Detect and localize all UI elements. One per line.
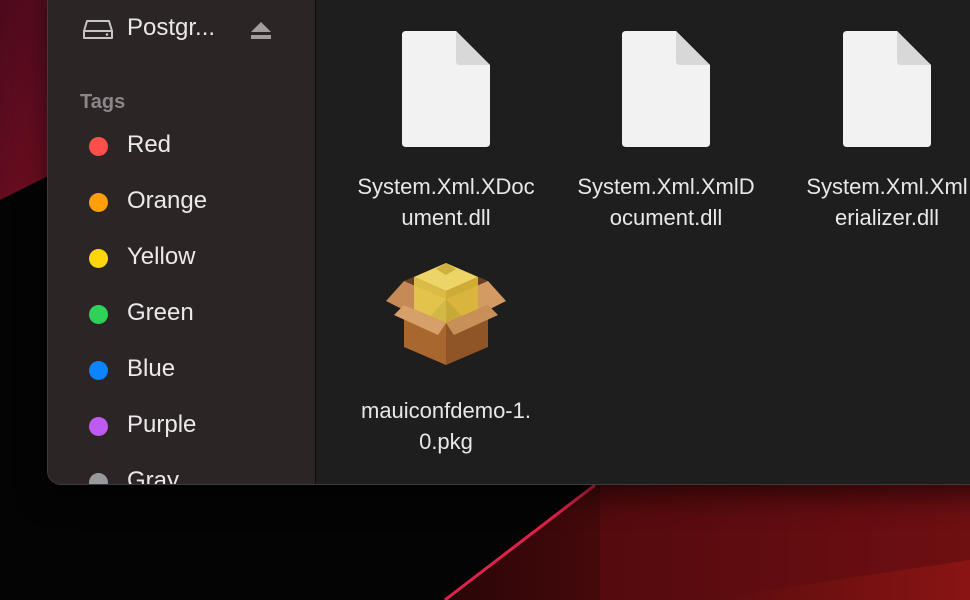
file-name: System.Xml.Xml erializer.dll	[806, 174, 968, 230]
sidebar-item-volume[interactable]: Postgr...	[48, 12, 315, 46]
sidebar-item-tag-blue[interactable]: Blue	[48, 353, 315, 387]
desktop-background: Postgr... Tags Red Orange Yellow Green B…	[0, 0, 970, 600]
tag-color-dot	[89, 305, 108, 324]
sidebar-item-label: Red	[127, 131, 172, 158]
document-icon	[782, 31, 970, 161]
tags-section-title: Tags	[80, 91, 126, 113]
sidebar-item-label: Purple	[127, 411, 197, 438]
file-grid: System.Xml.XDoc ument.dll System.Xml.Xml…	[316, 0, 970, 484]
tag-color-dot	[89, 249, 108, 268]
document-icon	[341, 31, 551, 161]
file-name: System.Xml.XDoc ument.dll	[357, 174, 535, 230]
sidebar-item-label: Yellow	[127, 243, 196, 270]
sidebar-item-tag-gray[interactable]: Gray	[48, 465, 315, 485]
sidebar-item-tag-purple[interactable]: Purple	[48, 409, 315, 443]
sidebar-item-label: Orange	[127, 187, 208, 214]
sidebar-item-tag-green[interactable]: Green	[48, 297, 315, 331]
sidebar-item-tag-orange[interactable]: Orange	[48, 185, 315, 219]
tag-color-dot	[89, 361, 108, 380]
sidebar-item-label: Postgr...	[127, 14, 216, 41]
tag-color-dot	[89, 193, 108, 212]
file-name: System.Xml.XmlD ocument.dll	[577, 174, 755, 230]
sidebar-item-tag-yellow[interactable]: Yellow	[48, 241, 315, 275]
tag-color-dot	[89, 473, 108, 484]
sidebar-item-label: Blue	[127, 355, 176, 382]
tag-color-dot	[89, 417, 108, 436]
sidebar-item-tag-red[interactable]: Red	[48, 129, 315, 163]
tag-color-dot	[89, 137, 108, 156]
sidebar-item-label: Green	[127, 299, 194, 326]
file-name: mauiconfdemo-1. 0.pkg	[361, 398, 531, 454]
sidebar-item-label: Gray	[127, 467, 180, 485]
document-icon	[561, 31, 771, 161]
finder-window: Postgr... Tags Red Orange Yellow Green B…	[47, 0, 970, 485]
sidebar: Postgr... Tags Red Orange Yellow Green B…	[48, 0, 316, 484]
package-icon	[341, 255, 551, 385]
